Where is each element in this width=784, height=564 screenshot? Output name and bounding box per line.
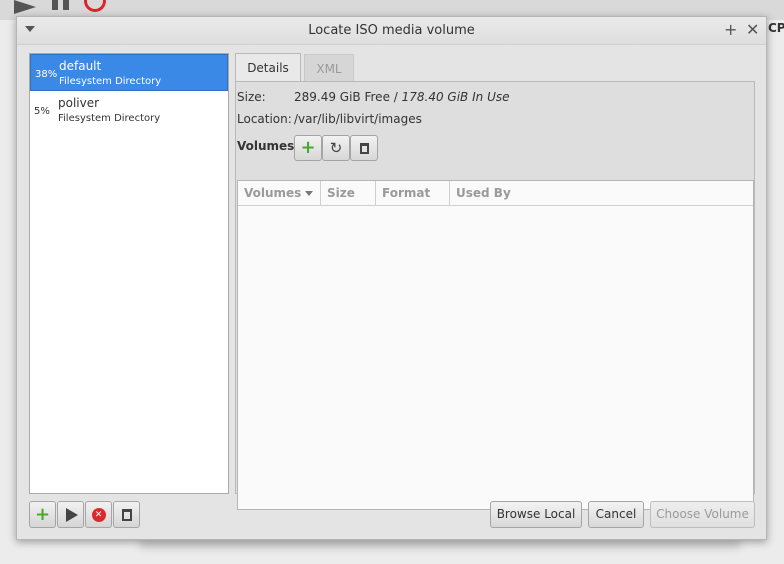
location-value: /var/lib/libvirt/images: [294, 112, 422, 126]
pool-name: poliver: [58, 96, 100, 110]
refresh-icon: ↻: [329, 139, 343, 157]
play-icon: [66, 507, 78, 522]
sort-descending-icon: [305, 191, 314, 196]
tab-details[interactable]: Details: [235, 53, 301, 82]
details-panel: Size: 289.49 GiB Free / 178.40 GiB In Us…: [235, 81, 755, 510]
trash-icon: [359, 143, 369, 154]
locate-iso-dialog: Locate ISO media volume + ✕ 38% default …: [16, 16, 767, 540]
plus-icon: +: [34, 504, 51, 525]
size-free: 289.49 GiB Free /: [294, 90, 402, 104]
location-label: Location:: [237, 112, 292, 126]
pool-item-poliver[interactable]: 5% poliver Filesystem Directory: [30, 92, 228, 128]
parent-partial-label: CP: [768, 21, 784, 35]
refresh-volumes-button[interactable]: ↻: [322, 135, 350, 161]
pool-name: default: [59, 59, 102, 73]
browse-local-button[interactable]: Browse Local: [490, 501, 582, 528]
storage-pool-list: 38% default Filesystem Directory 5% poli…: [29, 53, 229, 494]
play-icon: [14, 0, 36, 14]
volumes-table[interactable]: Volumes Size Format Used By: [237, 180, 754, 510]
maximize-button[interactable]: +: [724, 21, 737, 39]
add-pool-button[interactable]: +: [29, 501, 56, 528]
close-button[interactable]: ✕: [746, 21, 759, 39]
pool-item-default[interactable]: 38% default Filesystem Directory: [30, 54, 228, 91]
volumes-table-header: Volumes Size Format Used By: [238, 181, 753, 206]
pause-icon: [52, 0, 72, 10]
column-header-used-by[interactable]: Used By: [450, 181, 755, 206]
delete-pool-button[interactable]: [113, 501, 140, 528]
pool-type: Filesystem Directory: [58, 113, 161, 124]
size-value: 289.49 GiB Free / 178.40 GiB In Use: [294, 90, 509, 104]
tab-xml[interactable]: XML: [304, 54, 354, 81]
parent-shadow: [140, 540, 740, 548]
add-volume-button[interactable]: +: [294, 135, 322, 161]
stop-icon: ✕: [91, 507, 106, 522]
column-header-size[interactable]: Size: [321, 181, 376, 206]
trash-icon: [121, 508, 132, 521]
size-label: Size:: [237, 90, 266, 104]
volumes-section-label: Volumes: [237, 139, 295, 153]
column-header-format[interactable]: Format: [376, 181, 450, 206]
pool-usage-percent: 5%: [34, 106, 50, 117]
dialog-title: Locate ISO media volume: [308, 23, 475, 38]
plus-icon: +: [300, 137, 316, 158]
power-icon: [84, 0, 106, 12]
pool-usage-percent: 38%: [35, 69, 58, 80]
dialog-titlebar: Locate ISO media volume + ✕: [17, 17, 766, 45]
choose-volume-button[interactable]: Choose Volume: [650, 501, 755, 528]
cancel-button[interactable]: Cancel: [588, 501, 644, 528]
start-pool-button[interactable]: [57, 501, 84, 528]
delete-volume-button[interactable]: [350, 135, 378, 161]
stop-pool-button[interactable]: ✕: [85, 501, 112, 528]
pool-type: Filesystem Directory: [59, 76, 162, 87]
size-used: 178.40 GiB In Use: [401, 90, 510, 104]
column-header-volumes[interactable]: Volumes: [238, 181, 321, 206]
